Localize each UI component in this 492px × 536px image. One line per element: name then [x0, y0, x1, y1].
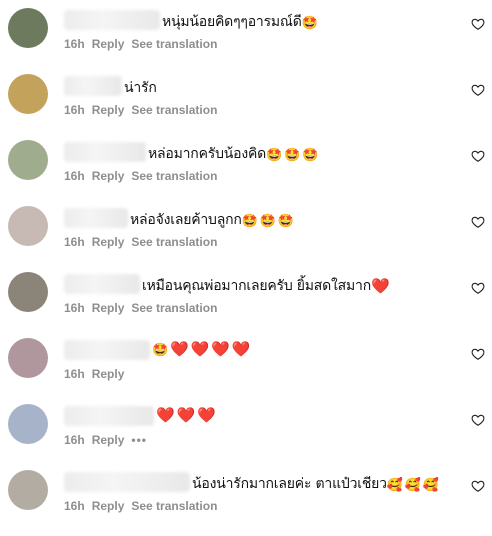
username-blurred[interactable]	[64, 340, 150, 360]
like-heart-icon[interactable]	[471, 215, 485, 229]
reply-button[interactable]: Reply	[92, 103, 125, 117]
comment-meta: 16h Reply •••	[64, 433, 154, 447]
comment-text: น่ารัก	[124, 77, 157, 99]
avatar[interactable]	[8, 470, 48, 510]
comment-meta: 16h Reply See translation	[64, 37, 224, 51]
comment-body: เหมือนคุณพ่อมากเลยครับ ยิ้มสดใสมาก	[142, 278, 371, 294]
comment-meta: 16h Reply See translation	[64, 103, 224, 117]
timestamp: 16h	[64, 37, 85, 51]
reply-button[interactable]: Reply	[92, 169, 125, 183]
emoji: 🤩	[152, 343, 168, 358]
see-translation-link[interactable]: See translation	[131, 103, 217, 117]
timestamp: 16h	[64, 367, 85, 381]
heart-emoji: ❤️	[210, 340, 230, 358]
comment-text: หล่อมากครับน้องคิด🤩 🤩 🤩	[148, 143, 320, 165]
avatar[interactable]	[8, 8, 48, 48]
comment-meta: 16h Reply See translation	[64, 169, 224, 183]
reply-button[interactable]: Reply	[92, 235, 125, 249]
reply-button[interactable]: Reply	[92, 499, 125, 513]
comment-body: หล่อจังเลยค้าบลูกก	[130, 212, 242, 228]
comment-body: น้องน่ารักมากเลยค่ะ ตาแป๋วเชียว	[192, 476, 387, 492]
comment-body: หนุ่มน้อยคิดๆๆอารมณ์ดี	[162, 14, 302, 30]
emoji: 🥰	[386, 478, 403, 493]
timestamp: 16h	[64, 169, 85, 183]
username-blurred[interactable]	[64, 274, 140, 294]
reply-button[interactable]: Reply	[92, 301, 125, 315]
comment-text: 🤩 ❤️ ❤️ ❤️ ❤️	[152, 341, 252, 358]
heart-emoji: ❤️	[370, 277, 390, 295]
comment-text: หนุ่มน้อยคิดๆๆอารมณ์ดี🤩	[162, 11, 320, 33]
username-blurred[interactable]	[64, 208, 128, 228]
emoji: 🤩	[301, 16, 318, 31]
comment-meta: 16h Reply	[64, 367, 131, 381]
comment-body: หล่อมากครับน้องคิด	[148, 146, 267, 162]
comment-text: เหมือนคุณพ่อมากเลยครับ ยิ้มสดใสมาก❤️	[142, 275, 391, 297]
heart-emoji: ❤️	[176, 406, 195, 424]
like-heart-icon[interactable]	[471, 83, 485, 97]
comment-row: น้องน่ารักมากเลยค่ะ ตาแป๋วเชียว🥰 🥰 🥰 16h Rep…	[0, 470, 492, 536]
comment-body: น่ารัก	[124, 80, 157, 96]
username-blurred[interactable]	[64, 142, 146, 162]
emoji: 🤩	[302, 148, 319, 163]
comment-row: หล่อมากครับน้องคิด🤩 🤩 🤩 16h Reply See transla…	[0, 140, 492, 206]
avatar[interactable]	[8, 404, 48, 444]
reply-button[interactable]: Reply	[92, 367, 125, 381]
see-translation-link[interactable]: See translation	[131, 169, 217, 183]
timestamp: 16h	[64, 235, 85, 249]
avatar[interactable]	[8, 206, 48, 246]
avatar[interactable]	[8, 338, 48, 378]
username-blurred[interactable]	[64, 472, 190, 492]
avatar[interactable]	[8, 140, 48, 180]
username-blurred[interactable]	[64, 406, 154, 426]
see-translation-link[interactable]: See translation	[131, 499, 217, 513]
comment-meta: 16h Reply See translation	[64, 499, 224, 513]
timestamp: 16h	[64, 103, 85, 117]
emoji: 🤩	[259, 214, 276, 229]
timestamp: 16h	[64, 301, 85, 315]
username-blurred[interactable]	[64, 76, 122, 96]
see-translation-link[interactable]: See translation	[131, 235, 217, 249]
heart-emoji: ❤️	[196, 406, 216, 424]
comment-text: น้องน่ารักมากเลยค่ะ ตาแป๋วเชียว🥰 🥰 🥰	[192, 473, 441, 495]
comment-row: หล่อจังเลยค้าบลูกก🤩 🤩 🤩 16h Reply See transla…	[0, 206, 492, 272]
comment-row: 🤩 ❤️ ❤️ ❤️ ❤️ 16h Reply	[0, 338, 492, 404]
like-heart-icon[interactable]	[471, 347, 485, 361]
comment-text: ❤️ ❤️ ❤️	[156, 407, 217, 423]
like-heart-icon[interactable]	[471, 17, 485, 31]
emoji: 🤩	[266, 148, 283, 163]
like-heart-icon[interactable]	[471, 479, 485, 493]
heart-emoji: ❤️	[170, 340, 189, 358]
more-options-icon[interactable]: •••	[131, 433, 147, 447]
username-blurred[interactable]	[64, 10, 160, 30]
comment-row: ❤️ ❤️ ❤️ 16h Reply •••	[0, 404, 492, 470]
heart-emoji: ❤️	[190, 340, 209, 358]
comment-row: เหมือนคุณพ่อมากเลยครับ ยิ้มสดใสมาก❤️ 16h R…	[0, 272, 492, 338]
comment-row: น่ารัก 16h Reply See translation	[0, 74, 492, 140]
like-heart-icon[interactable]	[471, 281, 485, 295]
emoji: 🤩	[241, 214, 258, 229]
see-translation-link[interactable]: See translation	[131, 301, 217, 315]
reply-button[interactable]: Reply	[92, 433, 125, 447]
avatar[interactable]	[8, 272, 48, 312]
emoji: 🤩	[284, 148, 301, 163]
see-translation-link[interactable]: See translation	[131, 37, 217, 51]
timestamp: 16h	[64, 433, 85, 447]
heart-emoji: ❤️	[156, 406, 175, 424]
comment-text: หล่อจังเลยค้าบลูกก🤩 🤩 🤩	[130, 209, 296, 231]
timestamp: 16h	[64, 499, 85, 513]
emoji: 🥰	[404, 478, 421, 493]
heart-emoji: ❤️	[231, 340, 250, 358]
emoji: 🤩	[277, 214, 294, 229]
like-heart-icon[interactable]	[471, 413, 485, 427]
avatar[interactable]	[8, 74, 48, 114]
reply-button[interactable]: Reply	[92, 37, 125, 51]
like-heart-icon[interactable]	[471, 149, 485, 163]
emoji: 🥰	[422, 478, 439, 493]
comment-meta: 16h Reply See translation	[64, 301, 224, 315]
comment-meta: 16h Reply See translation	[64, 235, 224, 249]
comment-row: หนุ่มน้อยคิดๆๆอารมณ์ดี🤩 16h Reply See trans…	[0, 8, 492, 74]
